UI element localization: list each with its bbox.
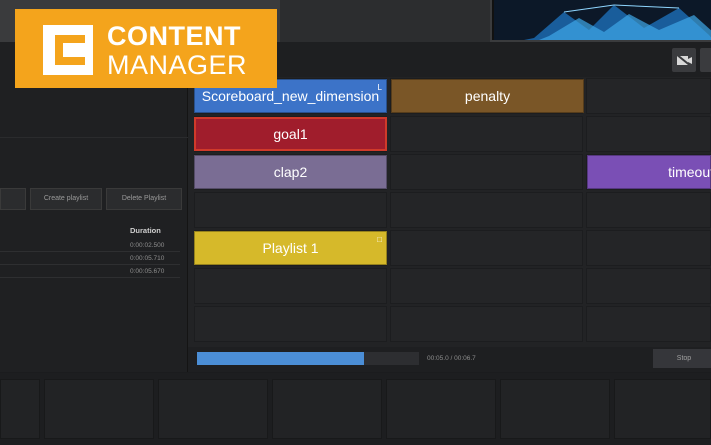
grid-cell[interactable] (194, 268, 387, 304)
duration-header: Duration (130, 226, 161, 235)
grid-cell[interactable] (390, 230, 583, 266)
clip-tile-penalty[interactable]: penalty (391, 79, 584, 113)
playback-time: 00:05.0 / 00:06.7 (427, 355, 476, 362)
progress-bar[interactable] (197, 352, 419, 365)
clip-tile-label: Scoreboard_new_dimension (201, 88, 380, 104)
logo-text-manager: MANAGER (107, 50, 248, 80)
settings-icon[interactable] (700, 48, 711, 72)
grid-cell[interactable] (586, 116, 711, 152)
video-preview (492, 0, 711, 40)
content-manager-logo: CONTENT MANAGER (15, 9, 277, 88)
clip-tile-goal1[interactable]: goal1 (194, 117, 387, 151)
playlist-panel: Create playlist Delete Playlist Duration… (0, 42, 188, 372)
grid-cell[interactable] (194, 192, 387, 228)
bottom-slot[interactable] (614, 379, 711, 439)
playback-bar: 00:05.0 / 00:06.7 Stop (188, 347, 711, 372)
grid-cell[interactable] (390, 192, 583, 228)
grid-cell[interactable] (586, 306, 711, 342)
delete-playlist-button[interactable]: Delete Playlist (106, 188, 182, 210)
clip-tile-playlist-1[interactable]: Playlist 1 □ (194, 231, 387, 265)
grid-cell[interactable] (390, 306, 583, 342)
clip-tile-timeout[interactable]: timeout (587, 155, 711, 189)
top-bar-segment (280, 0, 490, 42)
grid-cell[interactable] (586, 230, 711, 266)
clip-tile-corner-badge: □ (377, 235, 382, 244)
logo-mark-icon (43, 25, 93, 75)
grid-cell[interactable] (390, 116, 583, 152)
clip-tile-clap2[interactable]: clap2 (194, 155, 387, 189)
stop-button[interactable]: Stop (653, 349, 711, 368)
divider (0, 137, 188, 138)
bottom-slot[interactable] (500, 379, 610, 439)
camera-off-icon[interactable] (672, 48, 696, 72)
grid-cell[interactable] (586, 192, 711, 228)
playlist-action-button[interactable] (0, 188, 26, 210)
clip-tile-label: timeout (668, 164, 711, 180)
grid-cell[interactable] (586, 78, 711, 114)
clip-tile-label: goal1 (273, 126, 308, 142)
progress-bar-fill (197, 352, 364, 365)
clip-tile-label: clap2 (273, 164, 308, 180)
grid-cell[interactable] (390, 154, 583, 190)
bottom-panel (0, 373, 711, 445)
grid-cell[interactable] (194, 306, 387, 342)
duration-value: 0:00:02.500 (130, 242, 165, 249)
clip-tile-label: Playlist 1 (262, 240, 319, 256)
clip-grid-area: Scoreboard_new_dimension L penalty goal1… (188, 42, 711, 372)
logo-text-content: CONTENT (107, 21, 241, 51)
bottom-slot[interactable] (386, 379, 496, 439)
grid-cell[interactable] (390, 268, 583, 304)
grid-cell[interactable] (586, 268, 711, 304)
bottom-slot[interactable] (0, 379, 40, 439)
duration-value: 0:00:05.670 (130, 268, 165, 275)
table-row[interactable]: 0:00:05.670 (0, 266, 180, 278)
clip-tile-label: penalty (464, 88, 511, 104)
create-playlist-button[interactable]: Create playlist (30, 188, 102, 210)
duration-value: 0:00:05.710 (130, 255, 165, 262)
bottom-slot[interactable] (158, 379, 268, 439)
table-row[interactable]: 0:00:05.710 (0, 253, 180, 265)
clip-tile-corner-badge: L (377, 83, 382, 92)
bottom-slot[interactable] (272, 379, 382, 439)
bottom-slot[interactable] (44, 379, 154, 439)
table-row[interactable]: 0:00:02.500 (0, 240, 180, 252)
preview-graphic (494, 0, 711, 40)
